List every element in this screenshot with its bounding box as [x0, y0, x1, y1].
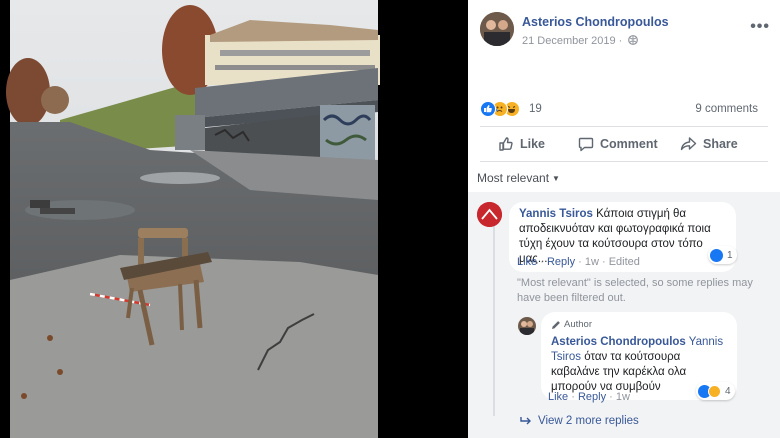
reply-author[interactable]: Asterios Chondropoulos — [551, 336, 686, 348]
comment-reaction-badge[interactable]: 1 — [708, 246, 737, 264]
post-photo[interactable] — [0, 0, 468, 438]
post-date[interactable]: 21 December 2019 · — [522, 35, 639, 47]
post-date-text: 21 December 2019 · — [522, 35, 626, 47]
share-icon — [680, 137, 697, 151]
author-badge-label: Author — [564, 319, 592, 330]
reply-reaction-badge[interactable]: 4 — [696, 382, 735, 400]
pencil-icon — [552, 320, 560, 329]
comment-like-link[interactable]: Like — [517, 256, 537, 268]
reply-like-link[interactable]: Like — [548, 391, 568, 403]
comment-edited[interactable]: Edited — [609, 256, 640, 268]
comment-author[interactable]: Yannis Tsiros — [519, 208, 593, 220]
ellipsis-icon[interactable]: ••• — [750, 18, 770, 36]
author-avatar[interactable] — [480, 12, 514, 46]
comment-meta: Like · Reply · 1w · Edited — [517, 256, 640, 268]
comments-count-link[interactable]: 9 comments — [695, 103, 758, 115]
comment-reaction-count: 1 — [727, 249, 733, 261]
like-button-label: Like — [520, 137, 546, 151]
comment-button[interactable]: Comment — [578, 130, 658, 158]
comment-filter-dropdown[interactable]: Most relevant ▼ — [477, 171, 560, 185]
author-badge: Author — [551, 317, 727, 332]
thumbs-up-icon — [499, 137, 513, 151]
divider-bottom — [480, 161, 768, 162]
share-button-label: Share — [703, 137, 738, 151]
post-actions: Like Comment Share — [480, 130, 768, 158]
reply-reaction-count: 4 — [725, 385, 731, 397]
commenter-avatar[interactable] — [477, 202, 502, 227]
reply-time[interactable]: 1w — [616, 391, 630, 403]
reaction-icons — [480, 100, 530, 118]
divider-top — [480, 126, 768, 127]
globe-icon — [628, 35, 639, 45]
reaction-count[interactable]: 19 — [529, 103, 542, 115]
post-side-panel: Asterios Chondropoulos 21 December 2019 … — [468, 0, 780, 438]
post-header: Asterios Chondropoulos 21 December 2019 … — [480, 12, 770, 52]
photo-image — [6, 0, 380, 438]
reply-arrow-icon — [520, 417, 531, 425]
like-reaction-icon — [480, 101, 496, 117]
haha-reaction-icon — [708, 384, 721, 398]
like-reaction-icon — [710, 248, 723, 262]
reply-avatar[interactable] — [518, 317, 536, 335]
post-author-name[interactable]: Asterios Chondropoulos — [522, 15, 669, 29]
caret-down-icon: ▼ — [552, 174, 560, 183]
comment-icon — [578, 137, 594, 152]
view-more-label: View 2 more replies — [538, 415, 639, 427]
view-more-replies-link[interactable]: View 2 more replies — [520, 415, 639, 427]
share-button[interactable]: Share — [680, 130, 738, 158]
comment-filter-label: Most relevant — [477, 171, 550, 185]
filter-notice: "Most relevant" is selected, so some rep… — [517, 277, 753, 304]
comment-reply-link[interactable]: Reply — [547, 256, 575, 268]
like-button[interactable]: Like — [498, 130, 545, 158]
reply-thread-line — [493, 226, 495, 416]
comment-time[interactable]: 1w — [585, 256, 599, 268]
reactions-summary[interactable]: 19 9 comments — [480, 100, 770, 120]
comments-section: Yannis Tsiros Κάποια στιγμή θα αποδεικνυ… — [468, 192, 780, 438]
reply-meta: Like · Reply · 1w — [548, 391, 630, 403]
comment-button-label: Comment — [600, 137, 658, 151]
reply-reply-link[interactable]: Reply — [578, 391, 606, 403]
